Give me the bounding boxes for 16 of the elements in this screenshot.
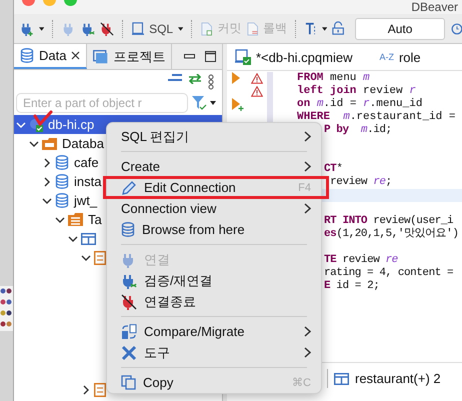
code-line: left join review r xyxy=(297,85,416,98)
code-line: WHERE m.restaurant_id = xyxy=(297,111,456,124)
code-line: FROM menu m xyxy=(297,72,370,84)
code-line: P by m.id; xyxy=(324,124,392,137)
code-line: review re; xyxy=(329,176,392,189)
code-line: E id = 2; xyxy=(324,280,380,293)
code-line: CT* xyxy=(324,163,342,176)
code-line: RT INTO review(user_i xyxy=(324,215,454,228)
code-line: rating = 4, content = xyxy=(324,267,454,280)
code-line: on m.id = r.menu_id xyxy=(297,98,422,111)
shortcut-label: F4 xyxy=(298,182,311,194)
code-line: TE review re xyxy=(324,254,398,267)
shortcut-label: ⌘C xyxy=(292,376,311,389)
window-title: DBeaver xyxy=(411,0,458,14)
code-line: es(1,20,1,5,'맛있어요') xyxy=(324,228,458,241)
sort-label: A-Z xyxy=(379,52,394,62)
